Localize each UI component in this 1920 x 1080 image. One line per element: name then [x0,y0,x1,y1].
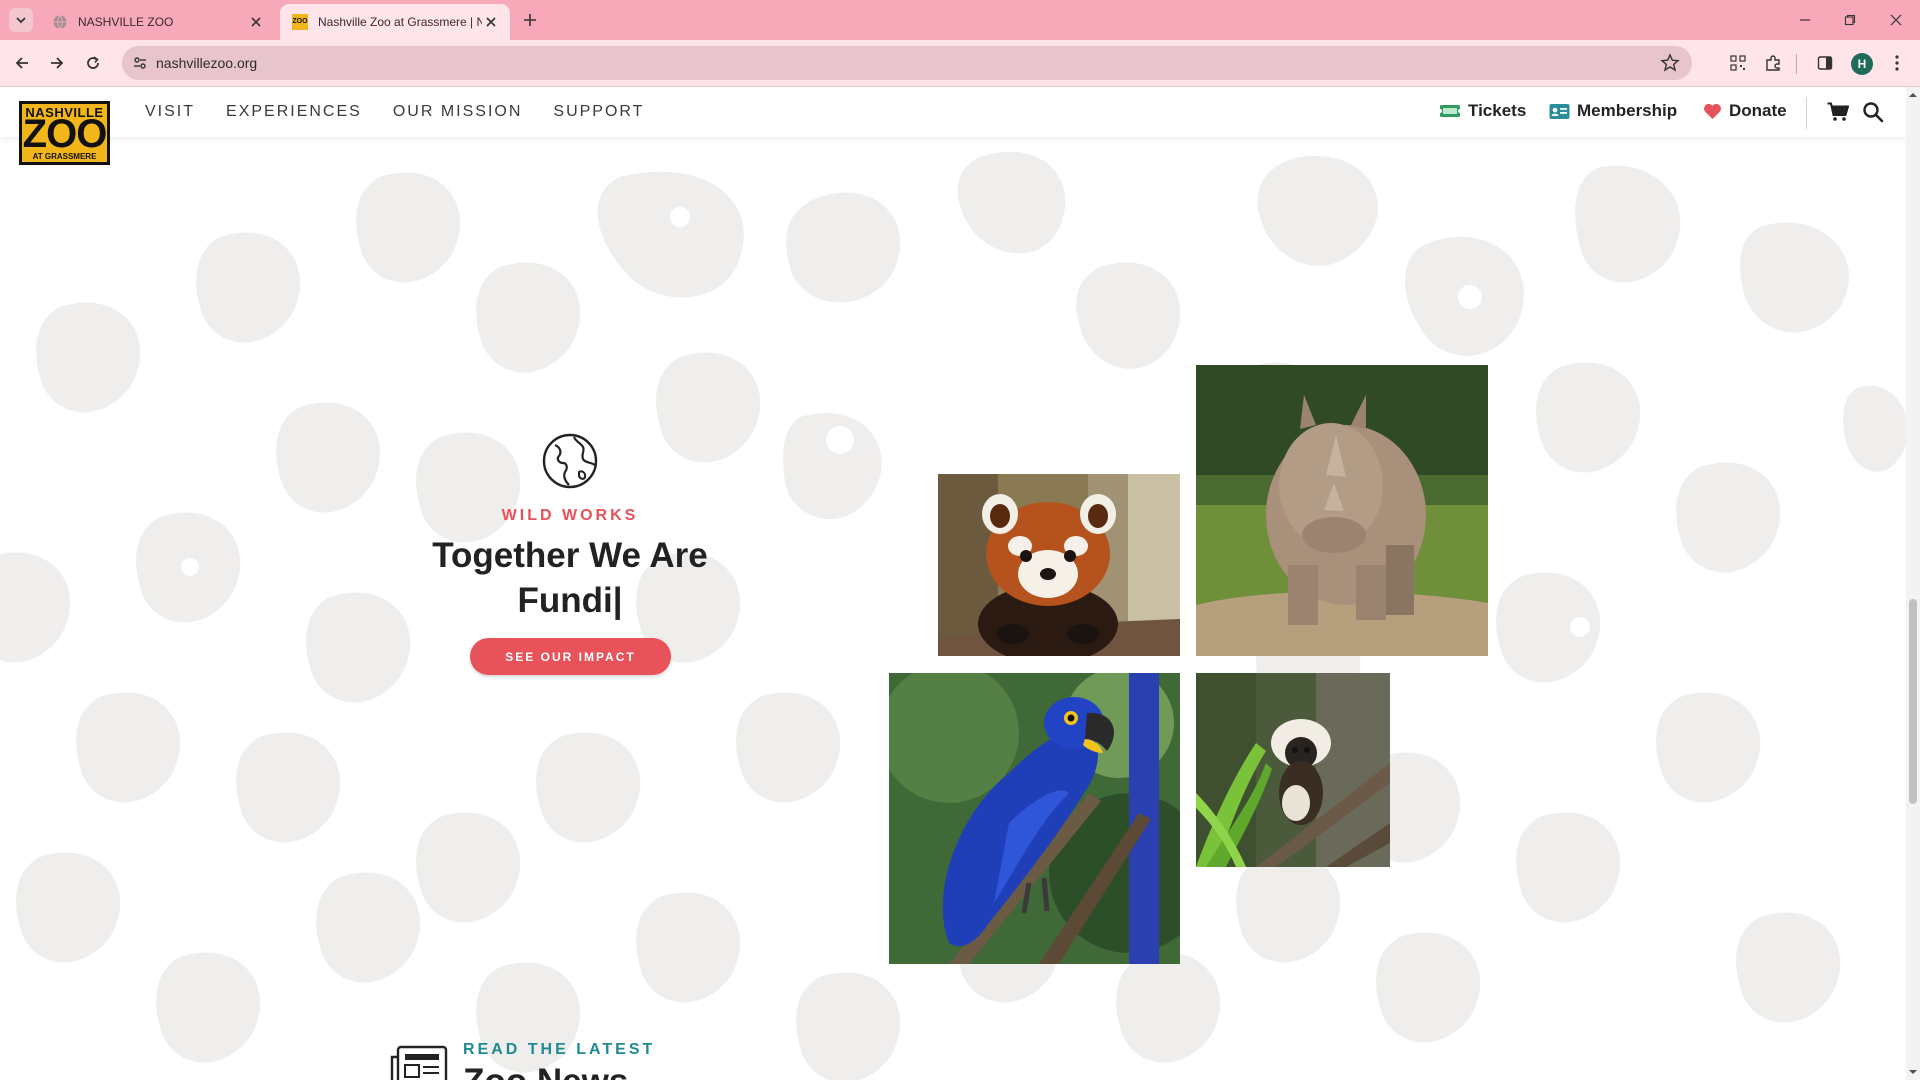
newspaper-icon [390,1045,448,1080]
puzzle-icon [1766,55,1780,71]
scrollbar-thumb[interactable] [1909,599,1917,804]
profile-avatar[interactable]: H [1851,53,1873,75]
site-settings-icon[interactable] [132,55,148,71]
logo-line2: ZOO [22,112,108,156]
nav-experiences[interactable]: EXPERIENCES [226,103,362,121]
side-panel-icon [1817,56,1833,70]
browser-tab-strip: NASHVILLE ZOO ZOO Nashville Zoo at Grass… [0,0,1920,40]
close-tab-icon[interactable] [482,13,500,31]
nashville-zoo-logo[interactable]: NASHVILLE ZOO AT GRASSMERE [19,101,110,165]
globe-icon [542,433,598,489]
membership-label: Membership [1577,101,1678,120]
ticket-icon [1439,105,1461,117]
arrow-right-icon [51,57,64,69]
wild-works-eyebrow: WILD WORKS [501,507,639,524]
heart-icon [1704,103,1721,119]
search-icon [1863,102,1884,123]
reload-icon [87,56,99,69]
nav-visit[interactable]: VISIT [145,103,195,121]
see-our-impact-button[interactable]: SEE OUR IMPACT [470,638,671,675]
extensions-button[interactable] [1761,51,1785,75]
membership-link[interactable]: Membership [1549,101,1677,121]
minimize-icon [1800,19,1810,21]
tab-nashville-zoo[interactable]: NASHVILLE ZOO [40,4,275,40]
url-text[interactable]: nashvillezoo.org [156,55,257,71]
zoo-favicon-icon: ZOO [292,14,308,30]
hyacinth-macaw-photo [889,673,1180,964]
wild-works-section: WILD WORKS Together We Are Fundi| SEE OU… [0,137,1906,1080]
qr-code-button[interactable] [1726,51,1750,75]
red-panda-photo [938,474,1180,656]
reload-button[interactable] [80,50,106,76]
page-scrollbar[interactable] [1906,87,1920,1080]
scroll-up-icon[interactable] [1908,90,1918,100]
membership-card-icon [1549,103,1570,119]
globe-favicon-icon [53,15,67,29]
tickets-label: Tickets [1468,101,1527,120]
tickets-link[interactable]: Tickets [1439,101,1526,121]
cart-button[interactable] [1826,100,1850,124]
close-tab-icon[interactable] [247,13,265,31]
cart-icon [1827,102,1849,121]
logo-line3: AT GRASSMERE [32,152,97,161]
page-viewport: VISIT EXPERIENCES OUR MISSION SUPPORT Ti… [0,87,1906,1080]
wild-works-headline: Together We Are Fundi| [400,533,740,623]
qr-code-icon [1730,55,1746,71]
main-nav: VISIT EXPERIENCES OUR MISSION SUPPORT [145,103,644,121]
rhino-photo [1196,365,1488,656]
restore-icon [1844,14,1856,26]
arrow-left-icon [15,57,28,69]
new-tab-button[interactable] [519,9,541,31]
bookmark-star-icon[interactable] [1660,53,1680,73]
close-window-button[interactable] [1884,8,1908,32]
nav-support[interactable]: SUPPORT [553,103,644,121]
headline-line2: Fundi| [517,581,623,620]
news-title: Zoo News [463,1062,628,1080]
search-button[interactable] [1861,100,1885,124]
restore-button[interactable] [1838,8,1862,32]
donate-link[interactable]: Donate [1703,101,1787,121]
tamarin-photo [1196,673,1390,867]
browser-toolbar: nashvillezoo.org H [0,40,1920,87]
chevron-down-icon [16,17,26,24]
donate-label: Donate [1729,101,1787,120]
browser-menu-button[interactable] [1885,51,1909,75]
side-panel-button[interactable] [1813,51,1837,75]
kebab-menu-icon [1895,55,1899,71]
scroll-down-icon[interactable] [1908,1067,1918,1077]
header-divider [1806,97,1807,129]
close-icon [1890,14,1902,26]
forward-button[interactable] [44,50,70,76]
minimize-button[interactable] [1793,8,1817,32]
tab-search-button[interactable] [9,8,33,32]
back-button[interactable] [9,50,35,76]
tab-title: Nashville Zoo at Grassmere | Na [318,15,482,29]
address-bar[interactable]: nashvillezoo.org [122,46,1692,80]
news-eyebrow: READ THE LATEST [463,1041,656,1058]
toolbar-divider [1796,54,1797,74]
tab-nashville-zoo-grassmere[interactable]: ZOO Nashville Zoo at Grassmere | Na [280,4,510,40]
plus-icon [524,14,536,26]
site-header: VISIT EXPERIENCES OUR MISSION SUPPORT Ti… [0,87,1906,137]
nav-our-mission[interactable]: OUR MISSION [393,103,523,121]
tab-title: NASHVILLE ZOO [78,15,174,29]
headline-line1: Together We Are [432,536,708,575]
